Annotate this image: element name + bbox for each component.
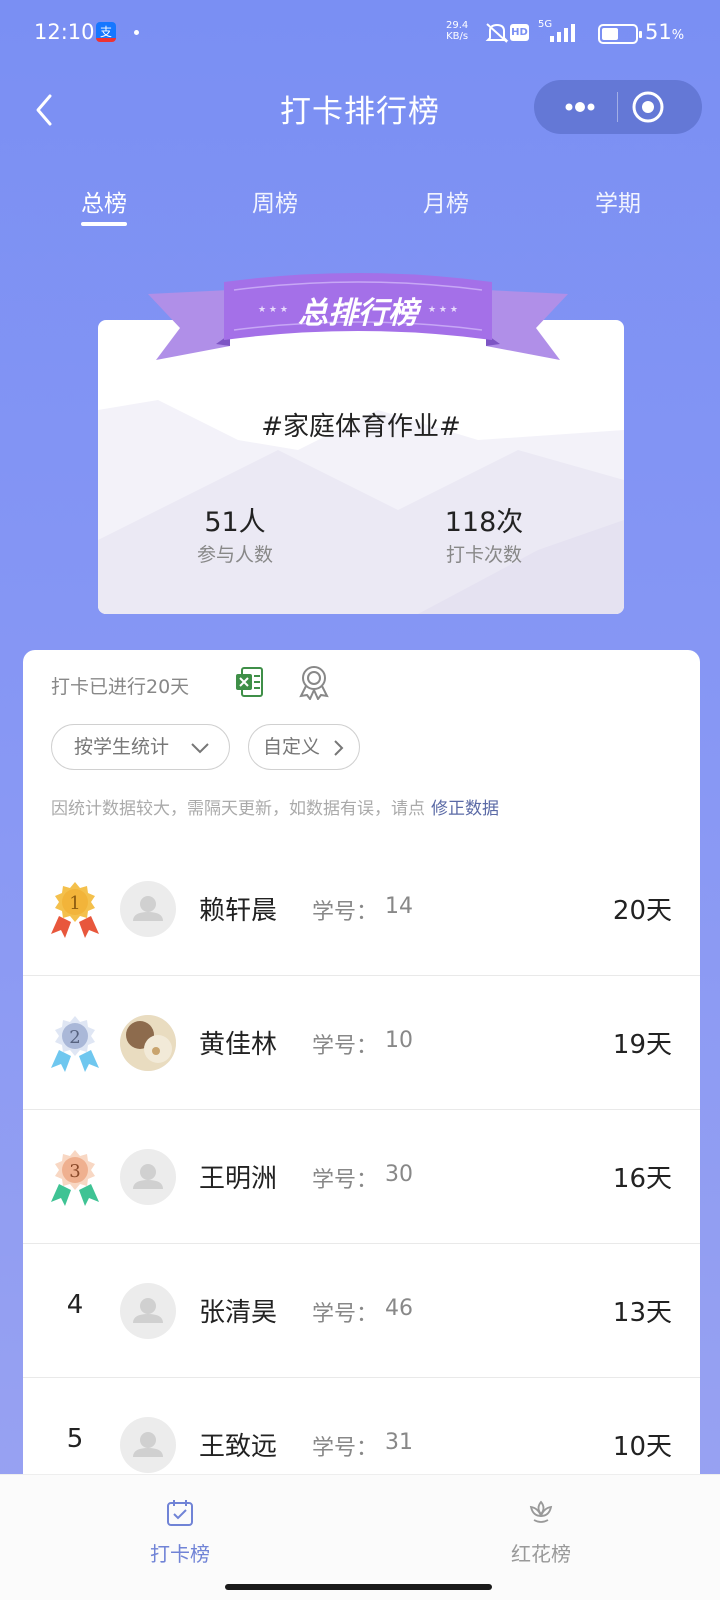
excel-export-icon[interactable] [234,666,264,698]
avatar [120,1283,176,1339]
flower-icon [529,1500,553,1523]
ranking-row[interactable]: 3 王明洲 学号： 30 16天 [23,1110,700,1244]
battery-percent-value: 51 [645,20,672,44]
alipay-icon: 支 [96,22,116,42]
checkin-days: 19天 [612,1030,672,1060]
activity-hashtag: #家庭体育作业# [261,412,461,442]
participants-count: 51人 [204,507,266,538]
bottom-tab-bar [0,1474,720,1600]
avatar [120,1015,176,1071]
network-speed-unit: KB/s [446,31,469,42]
custom-range-label: 自定义 [263,736,321,758]
default-avatar-icon [133,1298,163,1323]
bronze-medal-icon: 3 [51,1150,99,1206]
participants-label: 参与人数 [196,544,273,566]
checkin-days: 10天 [612,1432,672,1462]
student-id-label: 学号： [312,1034,379,1059]
hd-icon: HD [510,24,529,41]
svg-text:2: 2 [69,1027,80,1048]
battery-percent: 51% [645,20,684,44]
checkins-count: 118次 [444,507,524,538]
calendar-check-icon [167,1500,193,1526]
tab-monthly[interactable]: 月榜 [386,184,506,218]
avatar [120,1417,176,1473]
tab-flower-ranking[interactable]: 红花榜 [471,1498,611,1567]
svg-text:1: 1 [69,893,80,914]
default-avatar-icon [133,1164,163,1189]
student-id-label: 学号： [312,900,379,925]
tab-weekly[interactable]: 周榜 [215,184,335,218]
battery-icon [598,24,642,44]
tab-flower-ranking-label: 红花榜 [511,1542,571,1566]
chevron-down-icon [191,743,209,754]
group-by-label: 按学生统计 [74,736,170,758]
checkins-label: 打卡次数 [445,544,522,566]
notice-text: 因统计数据较大，需隔天更新，如数据有误，请点 [51,799,425,819]
avatar [120,1149,176,1205]
ranking-row[interactable]: 4 张清昊 学号： 46 13天 [23,1244,700,1378]
student-id-label: 学号： [312,1302,379,1327]
default-avatar-icon [133,896,163,921]
tab-semester[interactable]: 学期 [558,184,678,218]
tab-checkin-ranking[interactable]: 打卡榜 [110,1498,250,1567]
student-name: 王明洲 [199,1164,278,1194]
notification-dot [134,30,139,35]
user-photo-avatar [120,1015,176,1071]
days-running-text: 打卡已进行20天 [51,676,190,698]
battery-level [602,28,618,40]
silver-medal-icon: 2 [51,1016,99,1072]
battery-percent-unit: % [671,28,685,43]
student-id-label: 学号： [312,1436,379,1461]
student-name: 赖轩晨 [199,896,278,926]
ribbon-banner: ★ ★ ★ ★ ★ ★ 总排行榜 [148,270,568,370]
close-miniprogram-button[interactable] [628,80,688,134]
student-name: 王致远 [199,1432,278,1462]
student-id: 31 [385,1430,413,1455]
checkin-days: 13天 [612,1298,672,1328]
student-name: 张清昊 [199,1298,278,1328]
ribbon-title: 总排行榜 [298,296,418,331]
more-button[interactable] [554,80,614,134]
ranking-row[interactable]: 2 黄佳林 学号： 10 19天 [23,976,700,1110]
checkin-days: 16天 [612,1164,672,1194]
signal-icon [546,22,580,48]
student-name: 黄佳林 [199,1030,278,1060]
student-id-label: 学号： [312,1168,379,1193]
tab-active-indicator [81,222,127,226]
fix-data-link[interactable]: 修正数据 [431,799,499,819]
chevron-right-icon [334,740,344,756]
student-id: 14 [385,894,413,919]
network-speed-value: 29.4 [446,20,469,31]
target-circle-icon [632,91,664,123]
checkin-days: 20天 [612,896,672,926]
student-id: 10 [385,1028,413,1053]
rank-number: 5 [66,1424,84,1454]
avatar [120,881,176,937]
custom-range-button[interactable]: 自定义 [248,724,360,770]
home-indicator [225,1584,492,1590]
more-dots-icon [565,102,595,112]
group-by-dropdown[interactable]: 按学生统计 [51,724,230,770]
tab-overall[interactable]: 总榜 [44,184,164,218]
tab-checkin-ranking-label: 打卡榜 [150,1542,210,1566]
network-speed: 29.4 KB/s [446,20,468,42]
award-medal-icon[interactable] [296,664,332,701]
default-avatar-icon [133,1432,163,1457]
miniprogram-capsule [534,80,702,134]
mute-icon [484,22,510,48]
student-id: 46 [385,1296,413,1321]
svg-text:3: 3 [69,1161,80,1182]
student-id: 30 [385,1162,413,1187]
ranking-row[interactable]: 1 赖轩晨 学号： 14 20天 [23,842,700,976]
status-time: 12:10 [34,20,95,44]
update-notice: 因统计数据较大，需隔天更新，如数据有误，请点 修正数据 [51,794,499,819]
gold-medal-icon: 1 [51,882,99,938]
rank-number: 4 [66,1290,84,1320]
